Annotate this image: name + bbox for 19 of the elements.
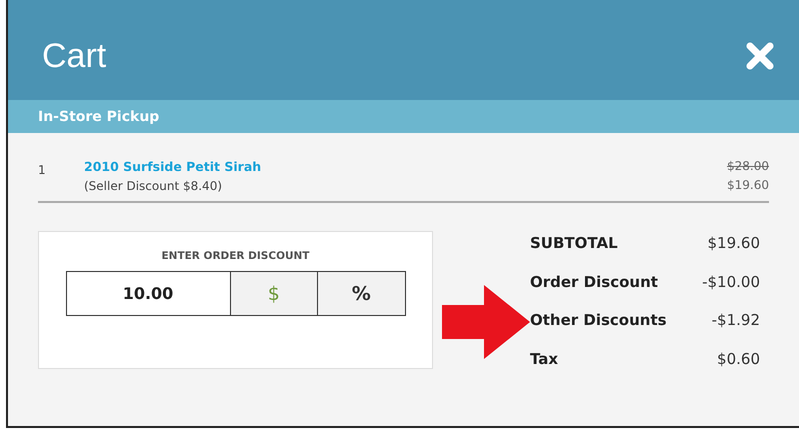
item-price: $19.60 xyxy=(727,178,769,192)
item-quantity: 1 xyxy=(38,162,47,179)
close-icon[interactable] xyxy=(745,41,775,71)
discount-field[interactable]: 10.00 xyxy=(66,271,230,316)
original-price: $28.00 xyxy=(727,159,769,173)
total-label: Order Discount xyxy=(530,272,659,292)
total-value: -$1.92 xyxy=(710,311,760,330)
window-title: Cart xyxy=(42,36,106,76)
total-value: $0.60 xyxy=(716,350,760,369)
total-label: Tax xyxy=(530,350,560,369)
total-value: $19.60 xyxy=(706,234,760,254)
discount-note: (Seller Discount $8.40) xyxy=(84,179,224,193)
section-header: In-Store Pickup xyxy=(8,100,799,133)
unit-toggle[interactable]: % xyxy=(318,271,406,316)
total-value: -$10.00 xyxy=(701,272,760,292)
total-label: Other Discounts xyxy=(530,311,668,330)
arrow-icon xyxy=(442,285,530,359)
total-label: SUBTOTAL xyxy=(530,234,619,254)
discount-label: ENTER ORDER DISCOUNT xyxy=(162,250,310,262)
